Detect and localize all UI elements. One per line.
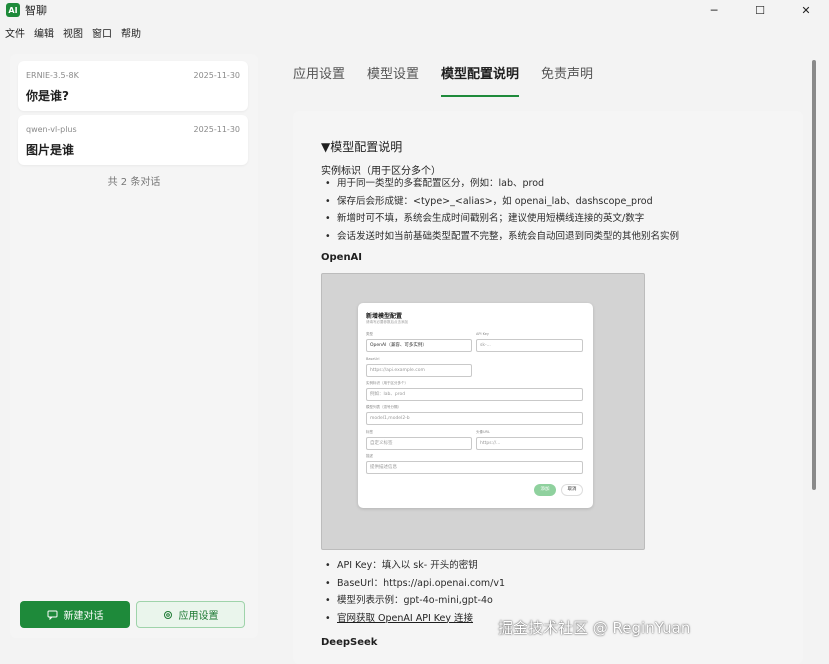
conversation-date: 2025-11-30 <box>193 71 241 80</box>
models-field: model1,model2-b <box>366 412 583 425</box>
tab-model-settings[interactable]: 模型设置 <box>367 60 419 98</box>
deepseek-section-label: DeepSeek <box>321 637 378 648</box>
conversation-date: 2025-11-30 <box>193 125 241 134</box>
apikey-label: API Key <box>476 332 489 336</box>
list-item: 用于同一类型的多套配置区分，例如：lab、prod <box>325 175 679 193</box>
guide-heading-toggle[interactable]: ▼模型配置说明 <box>321 138 402 155</box>
menu-view[interactable]: 视图 <box>63 25 83 40</box>
maximize-button[interactable]: ☐ <box>737 0 783 20</box>
window-title: 智聊 <box>25 4 47 17</box>
list-item: 会话发送时如当前基础类型配置不完整，系统会自动回退到同类型的其他别名实例 <box>325 228 679 246</box>
list-item: 官网获取 OpenAI API Key 连接 <box>325 610 505 628</box>
apikey-field: sk-... <box>476 339 583 352</box>
gear-icon <box>163 610 173 620</box>
list-item: 新增时可不填，系统会生成时间戳别名；建议使用短横线连接的英文/数字 <box>325 210 679 228</box>
dialog-subtitle: 请填写必要参数后点击添加 <box>366 320 408 324</box>
menu-window[interactable]: 窗口 <box>92 25 112 40</box>
icon-url-field: https://... <box>476 437 583 450</box>
desc-field: 提供描述信息 <box>366 461 583 474</box>
instance-bullet-list: 用于同一类型的多套配置区分，例如：lab、prod 保存后会形成键：<type>… <box>325 175 679 245</box>
conversation-title: 你是谁? <box>26 89 69 103</box>
new-chat-button[interactable]: 新建对话 <box>20 601 130 628</box>
scrollbar-thumb[interactable] <box>812 60 816 490</box>
list-item: 模型列表示例：gpt-4o-mini,gpt-4o <box>325 592 505 610</box>
list-item: BaseUrl：https://api.openai.com/v1 <box>325 575 505 593</box>
window-controls: ─ ☐ ✕ <box>691 0 829 20</box>
openai-key-link[interactable]: 官网获取 OpenAI API Key 连接 <box>337 613 473 624</box>
conversation-model: qwen-vl-plus <box>26 125 77 134</box>
scrollbar[interactable] <box>812 60 816 640</box>
menu-file[interactable]: 文件 <box>5 25 25 40</box>
config-guide-panel: ▼模型配置说明 实例标识（用于区分多个） 用于同一类型的多套配置区分，例如：la… <box>293 111 803 664</box>
conversation-count: 共 2 条对话 <box>107 177 161 188</box>
menu-bar: 文件 编辑 视图 窗口 帮助 <box>0 22 150 42</box>
app-logo-icon: AI <box>6 3 20 17</box>
tag-label: 标签 <box>366 430 373 434</box>
app-settings-label: 应用设置 <box>178 611 219 622</box>
conversation-sidebar: ERNIE-3.5-8K 2025-11-30 你是谁? qwen-vl-plu… <box>10 54 258 638</box>
dialog-title: 新增模型配置 <box>366 313 403 320</box>
conversation-item[interactable]: qwen-vl-plus 2025-11-30 图片是谁 <box>18 115 248 165</box>
app-settings-button[interactable]: 应用设置 <box>136 601 245 628</box>
tab-disclaimer[interactable]: 免责声明 <box>541 60 593 98</box>
chat-bubble-icon <box>47 610 58 620</box>
conversation-title: 图片是谁 <box>26 143 75 157</box>
title-bar: AI 智聊 ─ ☐ ✕ <box>0 0 829 20</box>
models-label: 模型列表（逗号分隔） <box>366 405 401 409</box>
instance-label: 实例标识（用于区分多个） <box>366 381 408 385</box>
icon-url-label: 头像URL <box>476 430 490 434</box>
dialog-cancel-button: 取消 <box>561 484 583 496</box>
type-select: OpenAI（兼容、可多实例） <box>366 339 472 352</box>
settings-tabs: 应用设置 模型设置 模型配置说明 免责声明 <box>293 60 615 98</box>
tab-model-config-guide[interactable]: 模型配置说明 <box>441 60 520 98</box>
baseurl-field: https://api.example.com <box>366 364 472 377</box>
openai-config-screenshot: 新增模型配置 请填写必要参数后点击添加 类型 OpenAI（兼容、可多实例） A… <box>321 273 645 550</box>
conversation-model: ERNIE-3.5-8K <box>26 71 79 80</box>
menu-help[interactable]: 帮助 <box>121 25 141 40</box>
openai-section-label: OpenAI <box>321 252 363 263</box>
conversation-item[interactable]: ERNIE-3.5-8K 2025-11-30 你是谁? <box>18 61 248 111</box>
tag-field: 自定义标签 <box>366 437 472 450</box>
list-item: 保存后会形成键：<type>_<alias>，如 openai_lab、dash… <box>325 193 679 211</box>
menu-edit[interactable]: 编辑 <box>34 25 54 40</box>
dialog-ok-button: 添加 <box>534 484 556 496</box>
close-button[interactable]: ✕ <box>783 0 829 20</box>
tab-app-settings[interactable]: 应用设置 <box>293 60 345 98</box>
add-model-dialog-image: 新增模型配置 请填写必要参数后点击添加 类型 OpenAI（兼容、可多实例） A… <box>358 303 593 508</box>
desc-label: 描述 <box>366 454 373 458</box>
minimize-button[interactable]: ─ <box>691 0 737 20</box>
openai-bullet-list: API Key：填入以 sk- 开头的密钥 BaseUrl：https://ap… <box>325 557 505 627</box>
instance-field: 例如：lab、prod <box>366 388 583 401</box>
new-chat-label: 新建对话 <box>63 611 104 622</box>
list-item: API Key：填入以 sk- 开头的密钥 <box>325 557 505 575</box>
baseurl-label: BaseUrl <box>366 357 380 361</box>
type-label: 类型 <box>366 332 373 336</box>
watermark: 掘金技术社区 @ ReginYuan <box>498 619 691 637</box>
